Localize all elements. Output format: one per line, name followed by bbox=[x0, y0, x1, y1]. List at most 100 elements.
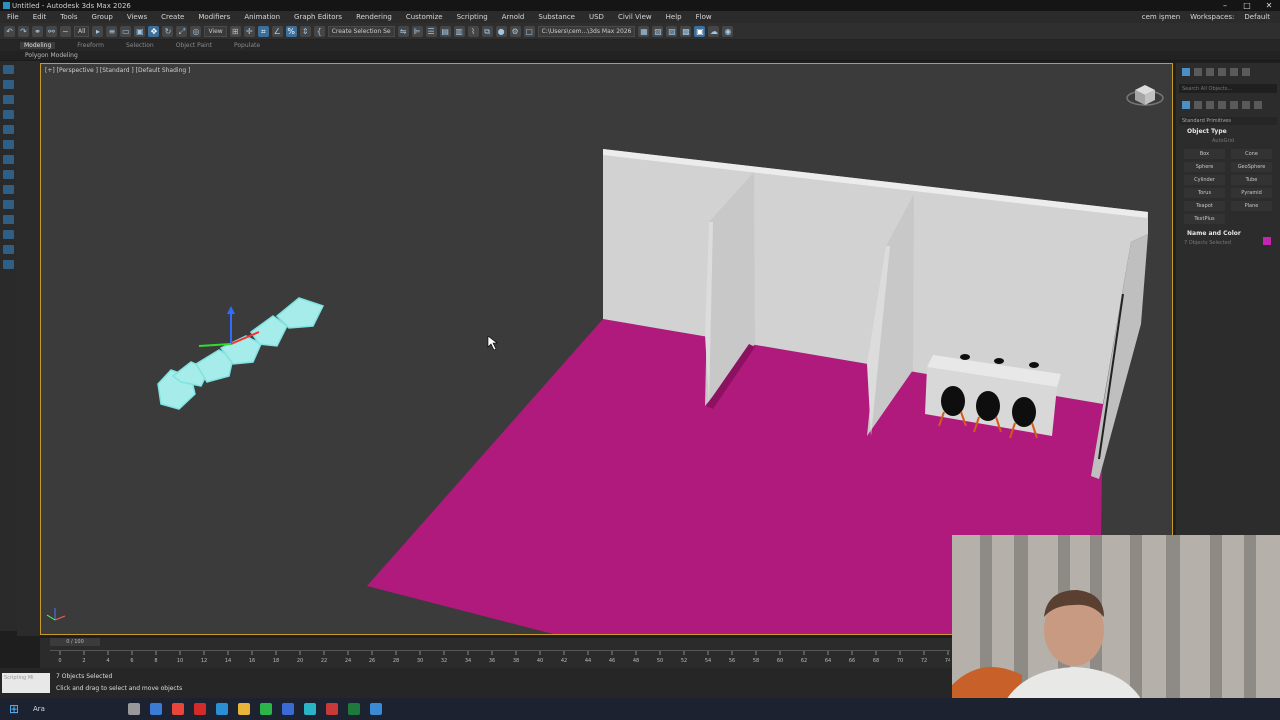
maxscript-listener[interactable]: Scripting Mi bbox=[2, 673, 50, 693]
spinner-snap-icon[interactable]: ⇕ bbox=[299, 25, 311, 37]
select-by-name-icon[interactable]: ≡ bbox=[106, 25, 118, 37]
menu-rendering[interactable]: Rendering bbox=[349, 13, 399, 21]
object-color-swatch[interactable] bbox=[1263, 237, 1271, 245]
task-view-icon[interactable] bbox=[128, 703, 140, 715]
viewport-layout-icon[interactable]: ▣ bbox=[694, 25, 706, 37]
menu-usd[interactable]: USD bbox=[582, 13, 611, 21]
pyramid-button[interactable]: Pyramid bbox=[1231, 188, 1272, 198]
menu-help[interactable]: Help bbox=[659, 13, 689, 21]
a360-icon[interactable]: ☁ bbox=[708, 25, 720, 37]
menu-arnold[interactable]: Arnold bbox=[495, 13, 532, 21]
ribbon-toggle-icon[interactable]: ▥ bbox=[453, 25, 465, 37]
container-icon[interactable] bbox=[3, 215, 14, 224]
motion-icon[interactable] bbox=[3, 125, 14, 134]
box-button[interactable]: Box bbox=[1184, 149, 1225, 159]
shapes-icon[interactable] bbox=[1194, 101, 1202, 109]
arnold-icon[interactable]: ◉ bbox=[722, 25, 734, 37]
project-path-dropdown[interactable]: C:\Users\cem...\3ds Max 2026 bbox=[537, 25, 636, 37]
excel-icon[interactable] bbox=[348, 703, 360, 715]
utilities-tab-icon[interactable] bbox=[1242, 68, 1250, 76]
autogrid-checkbox[interactable]: AutoGrid bbox=[1176, 138, 1280, 144]
scene-explorer-icon[interactable]: ☰ bbox=[425, 25, 437, 37]
modify-icon[interactable] bbox=[3, 95, 14, 104]
window-crossing-icon[interactable]: ▣ bbox=[134, 25, 146, 37]
display-icon[interactable] bbox=[3, 140, 14, 149]
pivot-icon[interactable]: ⊞ bbox=[229, 25, 241, 37]
create-tab-icon[interactable] bbox=[1182, 68, 1190, 76]
move-icon[interactable]: ✥ bbox=[148, 25, 160, 37]
curve-editor-icon[interactable]: ⌇ bbox=[467, 25, 479, 37]
material-editor-icon[interactable]: ● bbox=[495, 25, 507, 37]
sort-icon[interactable] bbox=[3, 260, 14, 269]
group-icon[interactable] bbox=[3, 245, 14, 254]
systems-icon[interactable] bbox=[1254, 101, 1262, 109]
menu-substance[interactable]: Substance bbox=[531, 13, 582, 21]
render-activeshade-icon[interactable]: ▩ bbox=[680, 25, 692, 37]
select-icon[interactable] bbox=[3, 80, 14, 89]
view-cube[interactable] bbox=[1126, 85, 1164, 106]
ribbon-tab-selection[interactable]: Selection bbox=[126, 42, 154, 49]
scale-icon[interactable]: ⤢ bbox=[176, 25, 188, 37]
place-icon[interactable]: ◎ bbox=[190, 25, 202, 37]
render-production-icon[interactable]: ▧ bbox=[652, 25, 664, 37]
align-icon[interactable]: ⊫ bbox=[411, 25, 423, 37]
chrome-icon[interactable] bbox=[172, 703, 184, 715]
unlink-icon[interactable]: ⚯ bbox=[46, 25, 57, 37]
viewport-label[interactable]: [+] [Perspective ] [Standard ] [Default … bbox=[45, 67, 190, 74]
textplus-button[interactable]: TextPlus bbox=[1184, 214, 1225, 224]
menu-scripting[interactable]: Scripting bbox=[450, 13, 495, 21]
teapot-button[interactable]: Teapot bbox=[1184, 201, 1225, 211]
menu-group[interactable]: Group bbox=[85, 13, 120, 21]
named-selection-dropdown[interactable]: Create Selection Se bbox=[327, 25, 395, 37]
app-icon-extra[interactable] bbox=[370, 703, 382, 715]
sphere-button[interactable]: Sphere bbox=[1184, 162, 1225, 172]
percent-snap-icon[interactable]: % bbox=[285, 25, 297, 37]
layer-icon[interactable] bbox=[3, 230, 14, 239]
menu-edit[interactable]: Edit bbox=[26, 13, 54, 21]
ribbon-tab-freeform[interactable]: Freeform bbox=[77, 42, 104, 49]
menu-create[interactable]: Create bbox=[154, 13, 191, 21]
menu-modifiers[interactable]: Modifiers bbox=[191, 13, 237, 21]
menu-tools[interactable]: Tools bbox=[53, 13, 84, 21]
menu-customize[interactable]: Customize bbox=[399, 13, 450, 21]
cameras-icon[interactable] bbox=[1218, 101, 1226, 109]
primitive-category-dropdown[interactable]: Standard Primitives bbox=[1179, 117, 1277, 125]
torus-button[interactable]: Torus bbox=[1184, 188, 1225, 198]
taskbar-search[interactable]: Ara bbox=[33, 705, 123, 713]
modify-tab-icon[interactable] bbox=[1194, 68, 1202, 76]
ribbon-tab-populate[interactable]: Populate bbox=[234, 42, 260, 49]
rotate-icon[interactable]: ↻ bbox=[162, 25, 174, 37]
tube-button[interactable]: Tube bbox=[1231, 175, 1272, 185]
object-type-header[interactable]: Object Type bbox=[1179, 128, 1277, 135]
menu-flow[interactable]: Flow bbox=[689, 13, 719, 21]
timeline-track[interactable]: 0 2 4 6 8 10 12 14 16 18 20 22 24 26 28 30 32 34 36 38 40 42 4… bbox=[50, 650, 950, 664]
motion-tab-icon[interactable] bbox=[1218, 68, 1226, 76]
utilities-icon[interactable] bbox=[3, 155, 14, 164]
search-objects-input[interactable]: Search All Objects... bbox=[1179, 84, 1277, 93]
selected-text-object[interactable] bbox=[157, 297, 325, 410]
rect-selection-icon[interactable]: ▭ bbox=[120, 25, 132, 37]
geosphere-button[interactable]: GeoSphere bbox=[1231, 162, 1272, 172]
schematic-view-icon[interactable]: ⧉ bbox=[481, 25, 493, 37]
opera-icon[interactable] bbox=[194, 703, 206, 715]
time-slider[interactable]: 0 / 100 bbox=[50, 638, 100, 646]
cone-button[interactable]: Cone bbox=[1231, 149, 1272, 159]
render-frame-icon[interactable]: ▢ bbox=[523, 25, 535, 37]
create-icon[interactable] bbox=[3, 65, 14, 74]
obs-icon[interactable] bbox=[326, 703, 338, 715]
windows-start-icon[interactable]: ⊞ bbox=[9, 702, 23, 716]
bind-space-warp-icon[interactable]: ~ bbox=[60, 25, 71, 37]
hide-icon[interactable] bbox=[3, 185, 14, 194]
spotify-icon[interactable] bbox=[260, 703, 272, 715]
isolate-icon[interactable] bbox=[3, 170, 14, 179]
edit-named-selection-icon[interactable]: { bbox=[313, 25, 325, 37]
cylinder-button[interactable]: Cylinder bbox=[1184, 175, 1225, 185]
spacewarps-icon[interactable] bbox=[1242, 101, 1250, 109]
3dsmax-icon[interactable] bbox=[304, 703, 316, 715]
file-explorer-icon[interactable] bbox=[238, 703, 250, 715]
mail-icon[interactable] bbox=[150, 703, 162, 715]
menu-views[interactable]: Views bbox=[120, 13, 154, 21]
undo-icon[interactable]: ↶ bbox=[4, 25, 15, 37]
menu-graph-editors[interactable]: Graph Editors bbox=[287, 13, 349, 21]
layer-explorer-icon[interactable]: ▤ bbox=[439, 25, 451, 37]
